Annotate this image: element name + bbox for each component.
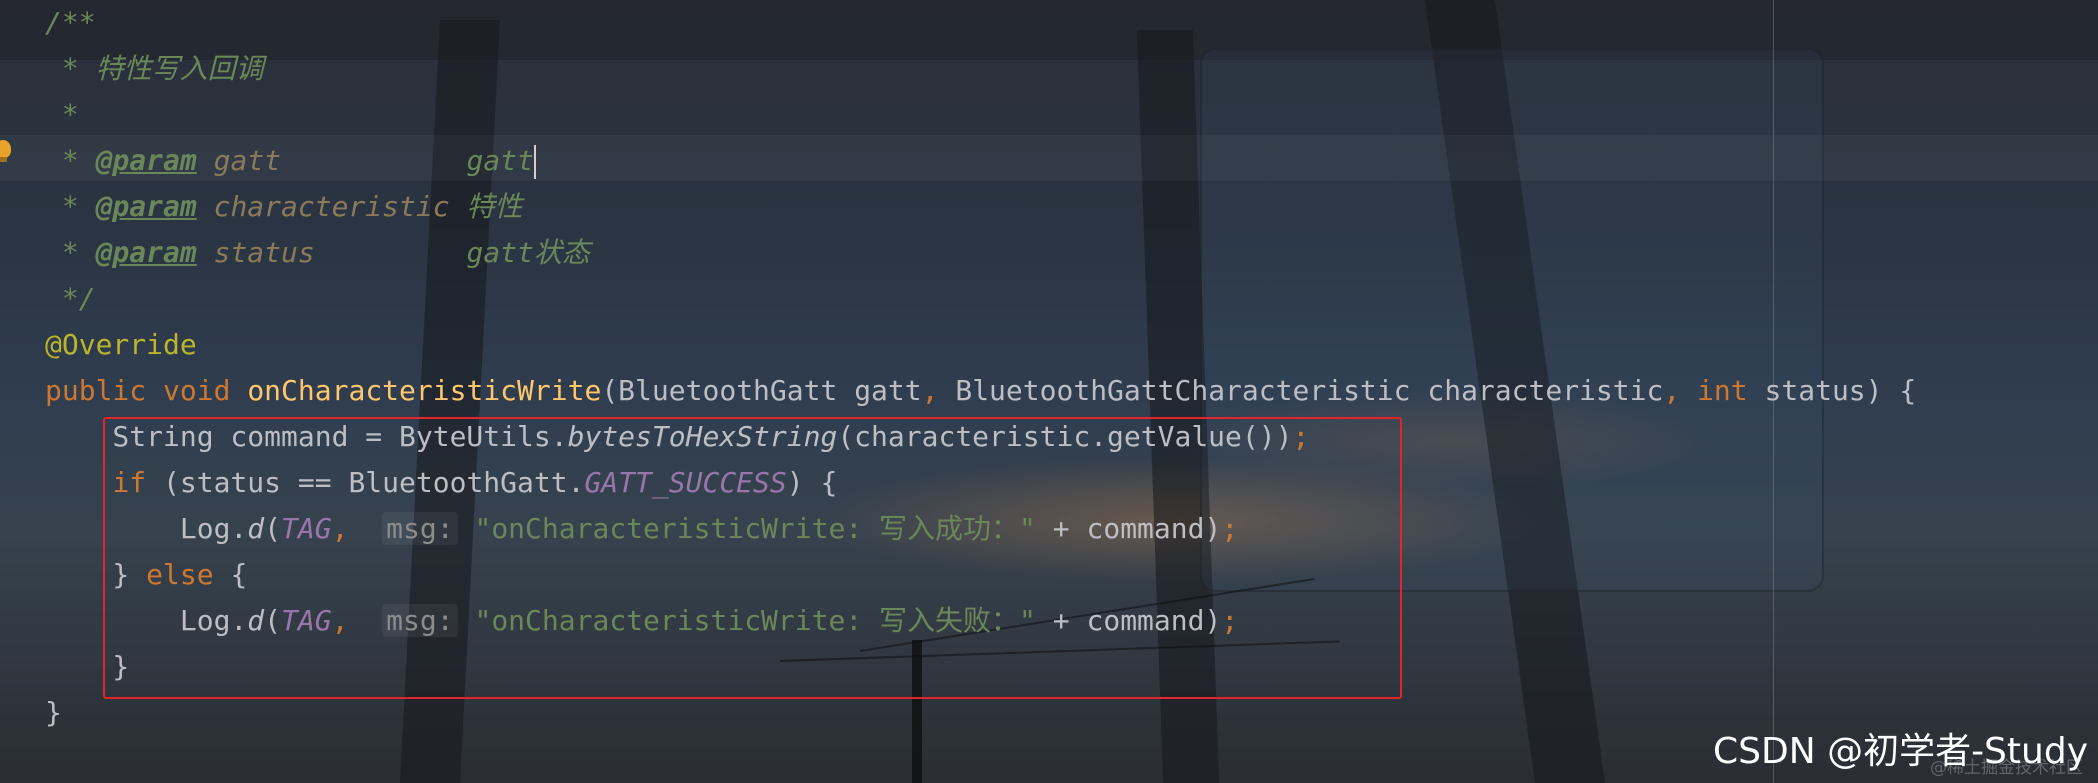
- code-token: ,: [921, 374, 939, 407]
- code-line-method-signature[interactable]: public void onCharacteristicWrite(Blueto…: [45, 368, 1916, 414]
- code-line-doc-blank[interactable]: *: [45, 92, 79, 138]
- code-token: characteristic: [213, 190, 450, 223]
- code-line-doc-desc[interactable]: * 特性写入回调: [45, 46, 264, 92]
- code-token: *: [45, 144, 96, 177]
- code-token: *: [45, 190, 96, 223]
- code-line-doc-open[interactable]: /**: [45, 0, 96, 46]
- code-token: ,: [1663, 374, 1681, 407]
- code-line-doc-param-characteristic[interactable]: * @param characteristic 特性: [45, 184, 523, 230]
- code-line-method-close[interactable]: }: [45, 690, 62, 736]
- code-token: }: [45, 696, 62, 729]
- highlight-box: [103, 417, 1402, 699]
- code-token: gatt: [281, 144, 534, 177]
- code-token: public: [45, 374, 147, 407]
- code-token: * 特性写入回调: [45, 52, 264, 85]
- code-token: gatt: [213, 144, 282, 177]
- code-token: BluetoothGattCharacteristic characterist…: [938, 374, 1664, 407]
- text-caret: [533, 145, 536, 179]
- code-token: @param: [95, 144, 197, 177]
- code-token: status) {: [1747, 374, 1917, 407]
- intention-bulb-icon[interactable]: [0, 140, 11, 162]
- code-token: (BluetoothGatt gatt: [601, 374, 922, 407]
- code-token: onCharacteristicWrite: [247, 374, 602, 407]
- code-token: void: [163, 374, 231, 407]
- code-line-override[interactable]: @Override: [45, 322, 197, 368]
- code-line-doc-param-status[interactable]: * @param status gatt状态: [45, 230, 590, 276]
- code-token: @param: [95, 236, 197, 269]
- code-token: 特性: [449, 190, 523, 223]
- code-token: *: [45, 98, 79, 131]
- code-token: status: [213, 236, 315, 269]
- code-token: /**: [45, 6, 96, 39]
- code-token: */: [45, 282, 96, 315]
- code-token: gatt状态: [314, 236, 590, 269]
- code-token: @param: [95, 190, 197, 223]
- code-token: int: [1697, 374, 1748, 407]
- code-line-doc-close[interactable]: */: [45, 276, 96, 322]
- code-token: *: [45, 236, 96, 269]
- code-line-doc-param-gatt[interactable]: * @param gatt gatt: [45, 138, 536, 184]
- csdn-watermark: CSDN @初学者-Study: [1712, 731, 2088, 772]
- code-token: @Override: [45, 328, 197, 361]
